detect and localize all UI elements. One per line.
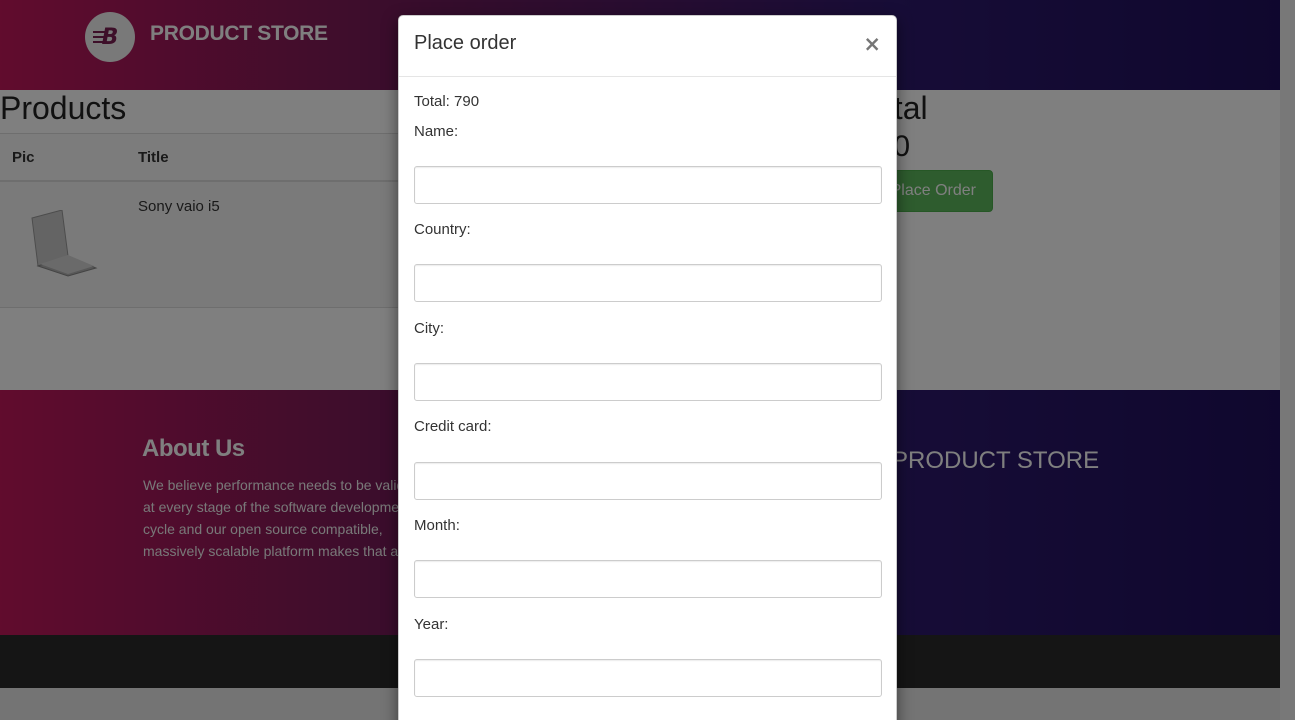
close-icon[interactable]: × <box>863 34 881 55</box>
city-label: City: <box>414 320 444 337</box>
modal-title: Place order <box>414 32 517 54</box>
order-total: Total: 790 <box>414 93 480 110</box>
name-label: Name: <box>414 123 459 140</box>
year-label: Year: <box>414 616 449 633</box>
year-field[interactable] <box>414 659 882 697</box>
city-field[interactable] <box>414 363 882 401</box>
credit-card-field[interactable] <box>414 462 882 500</box>
place-order-modal: Place order × Total: 790 Name: Country: … <box>398 15 897 720</box>
country-field[interactable] <box>414 264 882 302</box>
month-field[interactable] <box>414 560 882 598</box>
month-label: Month: <box>414 517 460 534</box>
country-label: Country: <box>414 221 471 238</box>
modal-header: Place order × <box>399 16 896 77</box>
credit-card-label: Credit card: <box>414 418 492 435</box>
name-field[interactable] <box>414 166 882 204</box>
